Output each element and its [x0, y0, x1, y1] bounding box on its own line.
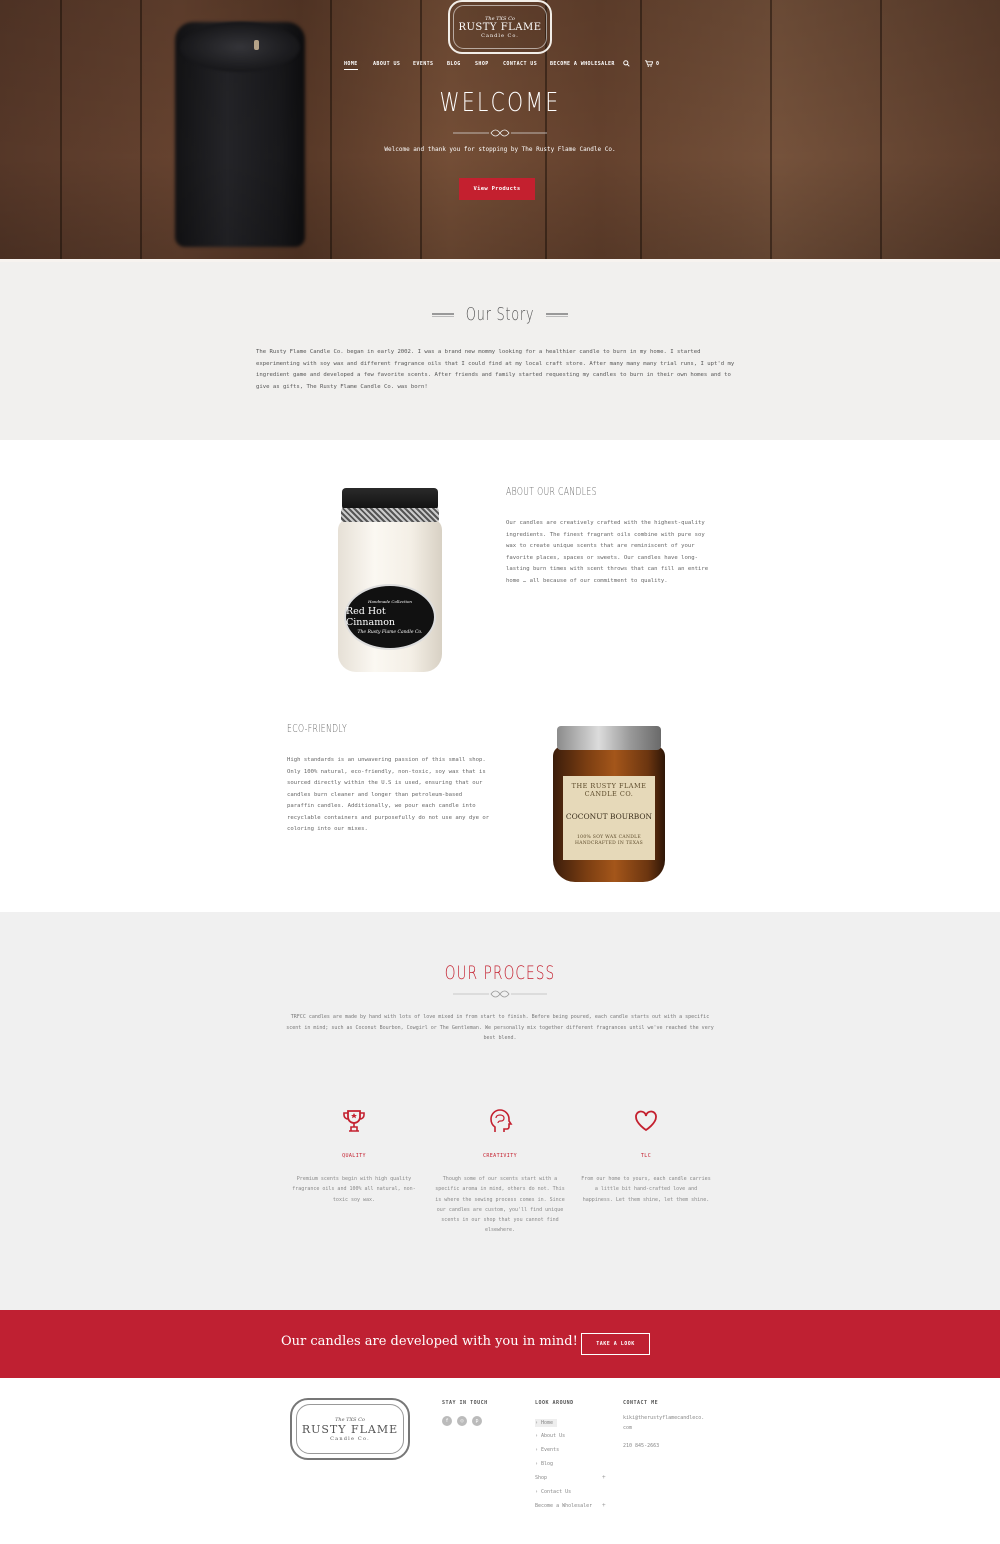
- ornament-divider-icon: [453, 129, 547, 137]
- process-text: TRFCC candles are made by hand with lots…: [286, 1014, 714, 1041]
- story-title: Our Story: [465, 304, 535, 325]
- view-products-button[interactable]: View Products: [459, 178, 535, 200]
- footer-logo-subtitle: Candle Co.: [330, 1435, 370, 1442]
- nav-events[interactable]: EVENTS: [413, 61, 433, 67]
- nav-about-us[interactable]: ABOUT US: [373, 61, 400, 67]
- feature-text: Though some of our scents start with a s…: [435, 1176, 565, 1234]
- about-candles-text: Our candles are creatively crafted with …: [506, 520, 709, 584]
- jar-label-name: Red Hot Cinnamon: [346, 606, 396, 628]
- cta-banner: Our candles are developed with you in mi…: [0, 1310, 1000, 1378]
- expand-plus-icon[interactable]: +: [602, 1502, 606, 1509]
- nav-become-wholesaler[interactable]: BECOME A WHOLESALER: [550, 61, 615, 67]
- main-nav: HOME ABOUT US EVENTS BLOG SHOP CONTACT U…: [0, 60, 1000, 73]
- about-candles-title: ABOUT OUR CANDLES: [506, 485, 597, 498]
- ornament-divider-icon: [453, 990, 547, 998]
- look-around-heading: LOOK AROUND: [535, 1400, 574, 1406]
- nav-home[interactable]: HOME: [344, 61, 358, 70]
- jar2-label-bottom: 100% SOY WAX CANDLE HANDCRAFTED IN TEXAS: [574, 835, 644, 846]
- feature-creativity: CREATIVITY Though some of our scents sta…: [434, 1108, 566, 1236]
- footer-logo-wordmark: RUSTY FLAME: [301, 1422, 399, 1436]
- footer-link-events[interactable]: › Events: [535, 1447, 559, 1453]
- facebook-icon[interactable]: f: [442, 1416, 452, 1426]
- expand-plus-icon[interactable]: +: [602, 1474, 606, 1481]
- hero-subtitle: Welcome and thank you for stopping by Th…: [384, 146, 616, 153]
- site-footer: The TXS Co RUSTY FLAME Candle Co. STAY I…: [0, 1378, 1000, 1544]
- feature-title: CREATIVITY: [482, 1153, 518, 1159]
- footer-logo[interactable]: The TXS Co RUSTY FLAME Candle Co.: [290, 1398, 410, 1460]
- logo-subtitle: Candle Co.: [481, 32, 519, 39]
- our-process-section: OUR PROCESS TRFCC candles are made by ha…: [0, 912, 1000, 1310]
- nav-shop[interactable]: SHOP: [475, 61, 489, 67]
- feature-text: From our home to yours, each candle carr…: [581, 1176, 711, 1203]
- jar2-label-brand: THE RUSTY FLAME CANDLE CO.: [571, 782, 647, 798]
- cart-icon[interactable]: [645, 60, 654, 69]
- cta-text: Our candles are developed with you in mi…: [281, 1334, 578, 1349]
- coconut-bourbon-jar-image: THE RUSTY FLAME CANDLE CO. COCONUT BOURB…: [553, 726, 665, 882]
- footer-link-home[interactable]: › Home: [535, 1419, 558, 1427]
- feature-title: TLC: [640, 1153, 652, 1159]
- contact-heading: CONTACT ME: [623, 1400, 659, 1406]
- story-text: The Rusty Flame Candle Co. began in earl…: [256, 349, 735, 390]
- footer-link-about-us[interactable]: › About Us: [535, 1433, 565, 1439]
- jar-label-collection: Handmade Collection: [368, 599, 412, 604]
- footer-link-become-wholesaler[interactable]: Become a Wholesaler: [535, 1503, 592, 1509]
- eco-friendly-title: ECO-FRIENDLY: [287, 722, 348, 735]
- nav-blog[interactable]: BLOG: [447, 61, 461, 67]
- footer-link-blog[interactable]: › Blog: [535, 1461, 553, 1467]
- jar2-label-name: COCONUT BOURBON: [565, 812, 653, 821]
- search-icon[interactable]: [623, 60, 630, 69]
- feature-text: Premium scents begin with high quality f…: [292, 1176, 416, 1203]
- logo-tagline: The TXS Co: [485, 15, 515, 22]
- brain-head-icon: [490, 1109, 513, 1132]
- take-a-look-button[interactable]: TAKE A LOOK: [581, 1333, 650, 1355]
- hero-title: WELCOME: [439, 88, 561, 118]
- trophy-icon: [343, 1110, 365, 1132]
- red-hot-cinnamon-jar-image: Handmade Collection Red Hot Cinnamon The…: [338, 488, 442, 674]
- our-story-section: Our Story The Rusty Flame Candle Co. beg…: [0, 262, 1000, 440]
- process-title: OUR PROCESS: [444, 962, 556, 984]
- feature-title: QUALITY: [342, 1153, 366, 1159]
- eco-friendly-text: High standards is an unwavering passion …: [287, 757, 490, 832]
- contact-phone[interactable]: 210 845-2663: [623, 1441, 659, 1451]
- nav-contact-us[interactable]: CONTACT US: [503, 61, 537, 67]
- candles-section: Handmade Collection Red Hot Cinnamon The…: [0, 440, 1000, 912]
- pinterest-icon[interactable]: p: [472, 1416, 482, 1426]
- feature-quality: QUALITY Premium scents begin with high q…: [288, 1108, 420, 1205]
- hero-section: The TXS Co RUSTY FLAME Candle Co. HOME A…: [0, 0, 1000, 262]
- site-logo[interactable]: The TXS Co RUSTY FLAME Candle Co.: [448, 0, 552, 54]
- cart-count[interactable]: 0: [656, 61, 659, 67]
- heart-icon: [635, 1110, 657, 1132]
- footer-link-contact-us[interactable]: › Contact Us: [535, 1489, 571, 1495]
- footer-link-shop[interactable]: Shop: [535, 1475, 547, 1481]
- footer-logo-tagline: The TXS Co: [335, 1416, 365, 1423]
- logo-wordmark: RUSTY FLAME: [458, 21, 542, 33]
- instagram-icon[interactable]: ◎: [457, 1416, 467, 1426]
- jar-label-brand: The Rusty Flame Candle Co.: [357, 630, 423, 635]
- feature-tlc: TLC From our home to yours, each candle …: [580, 1108, 712, 1205]
- stay-in-touch-heading: STAY IN TOUCH: [442, 1400, 488, 1406]
- contact-email[interactable]: kiki@therustyflamecandleco.com: [623, 1413, 705, 1433]
